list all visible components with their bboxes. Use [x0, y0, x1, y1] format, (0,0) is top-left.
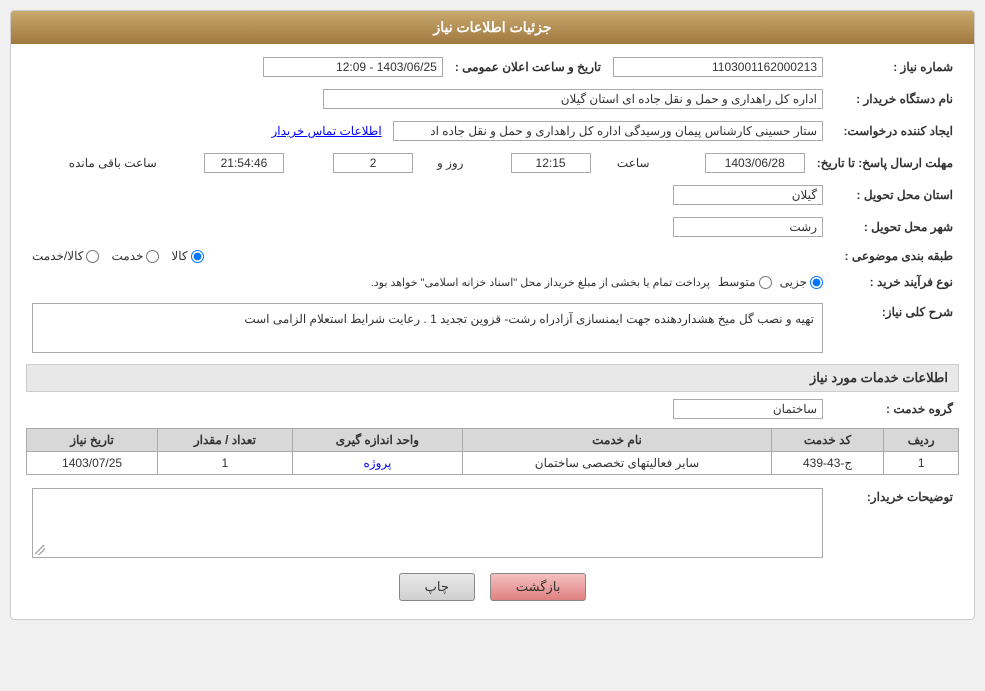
col-radif: ردیف — [884, 429, 959, 452]
back-button[interactable]: بازگشت — [490, 573, 586, 601]
khadamat-table: ردیف کد خدمت نام خدمت واحد اندازه گیری ت… — [26, 428, 959, 475]
nouz-motevasset[interactable]: متوسط — [718, 275, 772, 289]
saat-label: ساعت — [617, 156, 650, 170]
col-tarikh: تاریخ نیاز — [27, 429, 158, 452]
tabaqe-khidmat[interactable]: خدمت — [111, 249, 159, 263]
mohlat-label: مهلت ارسال پاسخ: تا تاریخ: — [811, 150, 959, 176]
resize-handle — [35, 545, 45, 555]
nouz-label: نوع فرآیند خرید : — [829, 272, 959, 292]
rooz-value: 2 — [333, 153, 413, 173]
nam-dastgah-label: نام دستگاه خریدار : — [829, 86, 959, 112]
baqi-label: ساعت باقی مانده — [69, 156, 157, 170]
col-vahed: واحد اندازه گیری — [292, 429, 463, 452]
ostan-value: گیلان — [673, 185, 823, 205]
tarikh-value: 1403/06/25 - 12:09 — [263, 57, 443, 77]
table-row: 1ج-43-439سایر فعالیتهای تخصصی ساختمانپرو… — [27, 452, 959, 475]
nouz-note: پرداخت تمام یا بخشی از مبلغ خریداز محل "… — [371, 276, 710, 289]
group-label: گروه خدمت : — [829, 396, 959, 422]
ostan-label: استان محل تحویل : — [829, 182, 959, 208]
buttons-row: بازگشت چاپ — [26, 573, 959, 601]
sharh-text: تهیه و نصب گل میخ هشداردهنده جهت ایمنساز… — [32, 303, 823, 353]
tarikh-label: تاریخ و ساعت اعلان عمومی : — [449, 54, 607, 80]
shahr-value: رشت — [673, 217, 823, 237]
ijad-konande-link[interactable]: اطلاعات تماس خریدار — [271, 124, 381, 138]
saat-value: 12:15 — [511, 153, 591, 173]
group-value: ساختمان — [673, 399, 823, 419]
page-header: جزئیات اطلاعات نیاز — [11, 11, 974, 44]
nouz-jozi[interactable]: جزیی — [780, 275, 823, 289]
nam-dastgah-value: اداره کل راهداری و حمل و نقل جاده ای است… — [323, 89, 823, 109]
shomare-niaz-label: شماره نیاز : — [829, 54, 959, 80]
ijad-konande-label: ایجاد کننده درخواست: — [829, 118, 959, 144]
tawzihat-label: توضیحات خریدار: — [829, 485, 959, 561]
baqi-value: 21:54:46 — [204, 153, 284, 173]
rooz-label: روز و — [437, 156, 464, 170]
print-button[interactable]: چاپ — [399, 573, 475, 601]
sharh-label: شرح کلی نیاز: — [829, 300, 959, 356]
tawzihat-box[interactable] — [32, 488, 823, 558]
mohlat-date: 1403/06/28 — [705, 153, 805, 173]
tabaqe-kala[interactable]: کالا — [171, 249, 203, 263]
ijad-konande-value: ستار حسینی کارشناس پیمان ورسیدگی اداره ک… — [393, 121, 823, 141]
col-tedad: تعداد / مقدار — [158, 429, 292, 452]
col-kod: کد خدمت — [771, 429, 884, 452]
shahr-label: شهر محل تحویل : — [829, 214, 959, 240]
tabaqe-kala-khidmat[interactable]: کالا/خدمت — [32, 249, 99, 263]
khadamat-section-title: اطلاعات خدمات مورد نیاز — [26, 364, 959, 392]
shomare-niaz-value: 1103001162000213 — [613, 57, 823, 77]
tabaqe-label: طبقه بندی موضوعی : — [829, 246, 959, 266]
col-nam: نام خدمت — [463, 429, 772, 452]
